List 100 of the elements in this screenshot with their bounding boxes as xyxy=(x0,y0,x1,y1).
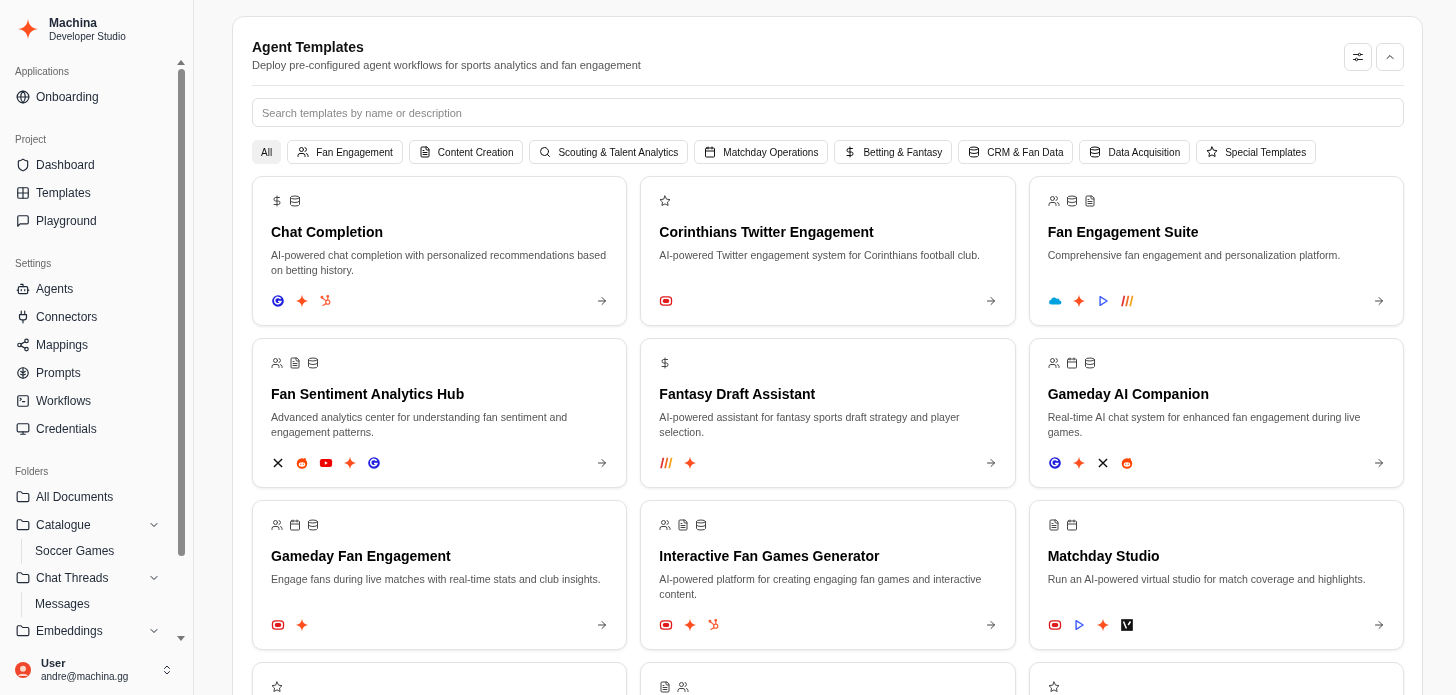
database-icon xyxy=(307,519,319,531)
template-card[interactable]: Interactive Fan Games Generator AI-powered platform for creating engaging fan games and interactive content. xyxy=(640,500,1016,650)
card-title: Corinthians Twitter Engagement xyxy=(659,223,875,241)
card-description: AI-powered chat completion with personalized recommendations based on betting history. xyxy=(271,248,608,278)
star-icon xyxy=(271,681,283,693)
x-mark-icon xyxy=(271,456,285,470)
calendar-icon xyxy=(289,519,301,531)
template-card[interactable]: Fan Engagement Suite Comprehensive fan engagement and personalization platform. xyxy=(1028,176,1404,326)
g-mark-icon xyxy=(271,294,285,308)
users-icon xyxy=(271,519,283,531)
sidebar-item[interactable]: Onboarding xyxy=(0,83,176,111)
spark-icon xyxy=(295,618,309,632)
arrow-right-icon[interactable] xyxy=(596,619,609,631)
alien-face-icon xyxy=(295,456,309,470)
sidebar-subitem[interactable]: Soccer Games xyxy=(22,539,115,564)
arrow-right-icon[interactable] xyxy=(1373,619,1385,631)
template-card[interactable]: Chat Completion AI-powered chat completion with personalized recommendations based on betting history. xyxy=(252,176,628,326)
card-description: Comprehensive fan engagement and personalization platform. xyxy=(1047,248,1342,263)
database-icon xyxy=(289,195,301,207)
arrow-right-icon[interactable] xyxy=(1373,457,1385,469)
filter-tab[interactable]: All xyxy=(252,140,282,164)
template-card[interactable]: Fan Sentiment Analytics Hub Advanced analytics center for understanding fan sentiment and engagement patterns. xyxy=(252,338,628,488)
plug-icon xyxy=(16,310,30,324)
rounded-square-icon xyxy=(659,294,674,308)
filter-tab[interactable]: Betting & Fantasy xyxy=(834,140,953,164)
sidebar-item[interactable]: Chat Threads xyxy=(0,564,176,592)
search-field[interactable]: Search templates by name or description xyxy=(252,98,1404,127)
play-button-icon xyxy=(319,456,333,470)
arrow-right-icon[interactable] xyxy=(596,457,609,469)
filter-tab[interactable]: Content Creation xyxy=(408,140,524,164)
share-nodes-icon xyxy=(16,338,30,352)
document-icon xyxy=(1083,195,1096,207)
spark-logo-icon xyxy=(17,18,39,40)
sidebar-item[interactable]: Connectors xyxy=(0,303,176,331)
sidebar-item[interactable]: Dashboard xyxy=(0,151,176,179)
calendar-icon xyxy=(1065,519,1078,531)
alien-face-icon xyxy=(1119,456,1134,470)
arrow-right-icon[interactable] xyxy=(984,457,997,469)
document-icon xyxy=(289,357,301,369)
filter-tab[interactable]: Scouting & Talent Analytics xyxy=(529,140,689,164)
filter-tab[interactable]: Data Acquisition xyxy=(1079,140,1191,164)
filter-settings-button[interactable] xyxy=(1344,43,1372,71)
template-card[interactable]: Corinthians Twitter Engagement AI-powered Twitter engagement system for Corinthians football club. xyxy=(640,176,1016,326)
sidebar-item[interactable]: Workflows xyxy=(0,387,176,415)
spark-icon xyxy=(1095,618,1110,632)
calendar-icon xyxy=(1065,357,1078,369)
g-mark-icon xyxy=(367,456,381,470)
filter-tab[interactable]: Special Templates xyxy=(1196,140,1317,164)
folder-icon xyxy=(16,490,30,504)
sidebar-item[interactable]: Credentials xyxy=(0,415,176,443)
filter-tab[interactable]: Matchday Operations xyxy=(694,140,829,164)
star-icon xyxy=(1047,681,1060,693)
card-description: Engage fans during live matches with real-time stats and club insights. xyxy=(271,572,602,587)
sidebar-item[interactable]: Agents xyxy=(0,275,176,303)
sliders-icon xyxy=(1352,51,1364,63)
sidebar-item[interactable]: Embeddings xyxy=(0,617,176,645)
user-name: User xyxy=(41,657,67,670)
section-label: Settings xyxy=(15,257,52,271)
users-icon xyxy=(271,357,283,369)
chat-bubble-icon xyxy=(16,214,30,228)
dollar-icon xyxy=(271,195,283,207)
rounded-square-icon xyxy=(271,618,285,632)
sidebar-item[interactable]: Templates xyxy=(0,179,176,207)
user-email: andre@machina.gg xyxy=(41,670,129,683)
panel-subtitle: Deploy pre-configured agent workflows for sports analytics and fan engagement xyxy=(252,58,641,73)
rounded-square-icon xyxy=(659,618,674,632)
card-description: Advanced analytics center for understanding fan sentiment and engagement patterns. xyxy=(271,410,569,440)
sidebar-item[interactable]: Prompts xyxy=(0,359,176,387)
card-description: AI-powered Twitter engagement system for Corinthians football club. xyxy=(659,248,982,263)
sidebar-item[interactable]: Catalogue xyxy=(0,511,176,539)
sidebar-item[interactable]: All Documents xyxy=(0,483,176,511)
document-icon xyxy=(418,146,431,158)
chevrons-up-down-icon[interactable] xyxy=(161,664,173,676)
card-title: Gameday AI Companion xyxy=(1047,385,1210,403)
template-card[interactable]: Matchday Studio Run an AI-powered virtual studio for match coverage and highlights. xyxy=(1028,500,1404,650)
users-icon xyxy=(677,681,690,693)
panel-title: Agent Templates xyxy=(252,38,364,56)
star-icon xyxy=(659,195,672,207)
arrow-right-icon[interactable] xyxy=(596,295,609,307)
document-icon xyxy=(677,519,690,531)
shield-icon xyxy=(16,158,30,172)
template-card[interactable]: Fantasy Draft Assistant AI-powered assistant for fantasy sports draft strategy and player selection. xyxy=(640,338,1016,488)
document-icon xyxy=(659,681,672,693)
sidebar-item[interactable]: Mappings xyxy=(0,331,176,359)
section-label: Project xyxy=(15,133,47,147)
arrow-right-icon[interactable] xyxy=(1373,295,1385,307)
users-icon xyxy=(297,146,310,158)
slash-stripes-icon xyxy=(659,456,674,470)
g-mark-icon xyxy=(1047,456,1062,470)
database-icon xyxy=(695,519,708,531)
sidebar-item[interactable]: Playground xyxy=(0,207,176,235)
dollar-icon xyxy=(659,357,672,369)
filter-tab[interactable]: Fan Engagement xyxy=(287,140,403,164)
template-card[interactable]: Gameday Fan Engagement Engage fans during live matches with real-time stats and club insights. xyxy=(252,500,628,650)
arrow-right-icon[interactable] xyxy=(984,295,997,307)
arrow-right-icon[interactable] xyxy=(984,619,997,631)
sidebar-subitem[interactable]: Messages xyxy=(22,592,90,617)
template-card[interactable]: Gameday AI Companion Real-time AI chat system for enhanced fan engagement during live games. xyxy=(1028,338,1404,488)
filter-tab[interactable]: CRM & Fan Data xyxy=(958,140,1074,164)
card-title: Gameday Fan Engagement xyxy=(271,547,452,565)
